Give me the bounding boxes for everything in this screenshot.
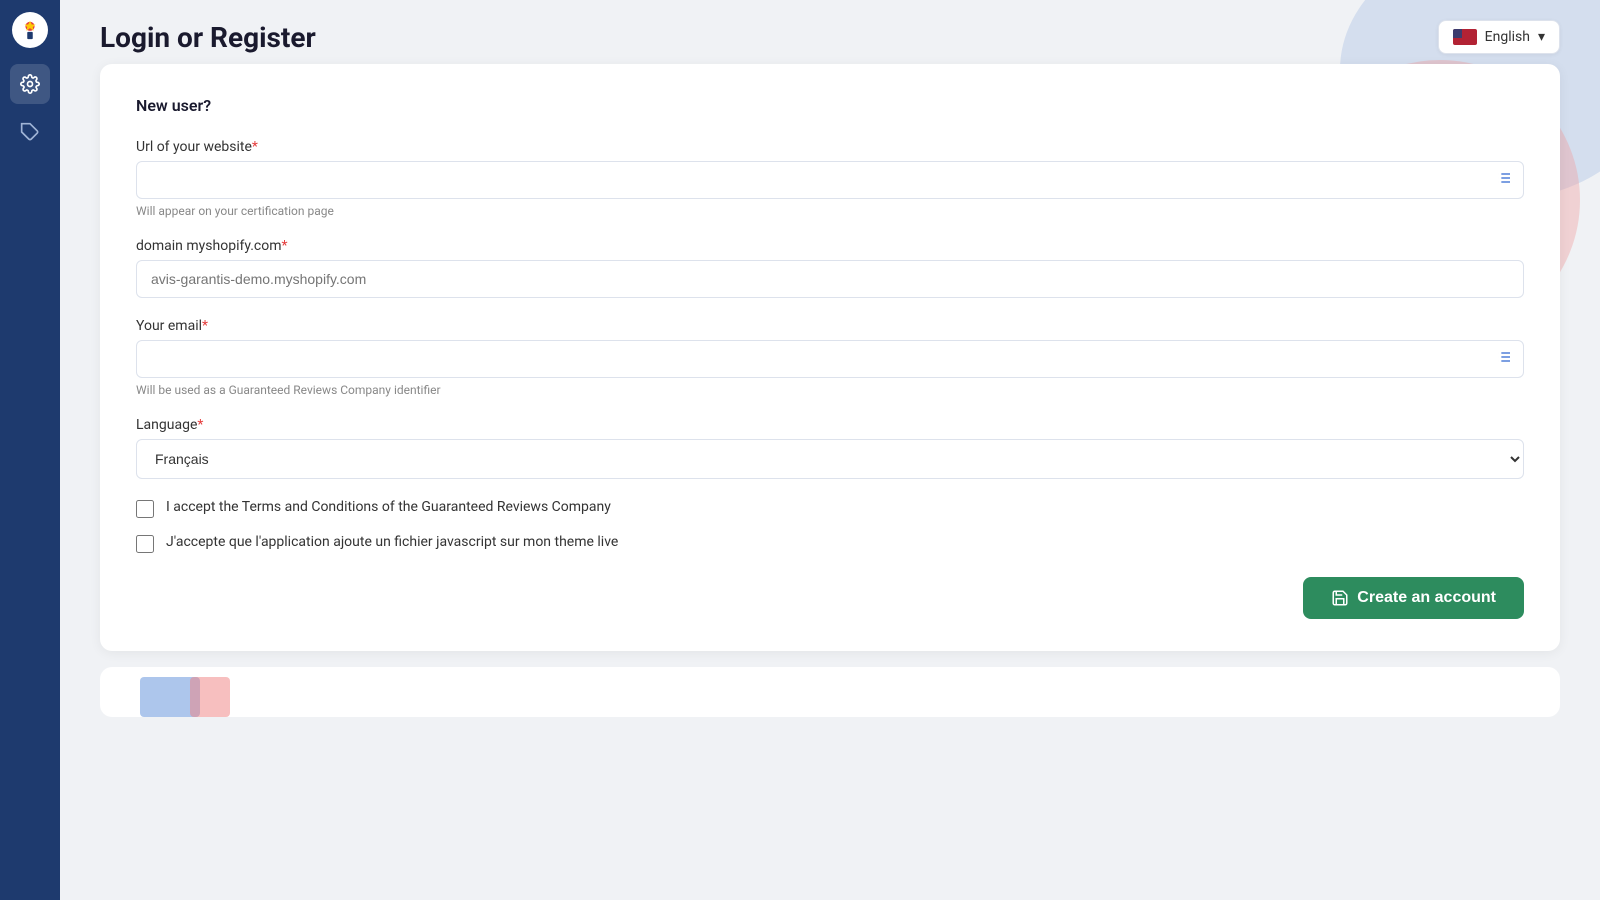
- header: Login or Register English ▾: [60, 0, 1600, 64]
- email-group: Your email* Will be used as a Guaranteed…: [136, 318, 1524, 397]
- main-content: Login or Register English ▾ New user? Ur…: [60, 0, 1600, 900]
- language-select[interactable]: Français English Español Deutsch: [136, 439, 1524, 479]
- email-hint: Will be used as a Guaranteed Reviews Com…: [136, 383, 1524, 397]
- flag-icon: [1453, 29, 1477, 45]
- bottom-card: [100, 667, 1560, 717]
- language-selector[interactable]: English ▾: [1438, 20, 1560, 54]
- url-input-wrapper: [136, 161, 1524, 199]
- page-title: Login or Register: [100, 21, 316, 54]
- language-field-label: Language*: [136, 417, 1524, 433]
- section-title: New user?: [136, 96, 1524, 115]
- email-label: Your email*: [136, 318, 1524, 334]
- url-group: Url of your website* Will appear on your…: [136, 139, 1524, 218]
- form-footer: Create an account: [136, 577, 1524, 619]
- create-account-button[interactable]: Create an account: [1303, 577, 1524, 619]
- email-required-star: *: [202, 318, 208, 334]
- domain-input-wrapper: [136, 260, 1524, 298]
- chevron-down-icon: ▾: [1538, 29, 1545, 45]
- sidebar-item-tags[interactable]: [10, 112, 50, 152]
- bottom-accent-pink: [190, 677, 230, 717]
- checkbox2-group: J'accepte que l'application ajoute un fi…: [136, 534, 1524, 553]
- url-required-star: *: [252, 139, 258, 155]
- sidebar-item-settings[interactable]: [10, 64, 50, 104]
- domain-input[interactable]: [136, 260, 1524, 298]
- sidebar: [0, 0, 60, 900]
- email-input-wrapper: [136, 340, 1524, 378]
- terms-checkbox[interactable]: [136, 500, 154, 518]
- checkbox1-group: I accept the Terms and Conditions of the…: [136, 499, 1524, 518]
- domain-label: domain myshopify.com*: [136, 238, 1524, 254]
- language-required-star: *: [197, 417, 203, 433]
- save-icon: [1331, 589, 1349, 607]
- domain-required-star: *: [282, 238, 288, 254]
- url-input-icon: [1496, 170, 1512, 190]
- email-input-icon: [1496, 349, 1512, 369]
- url-input[interactable]: [136, 161, 1524, 199]
- terms-label[interactable]: I accept the Terms and Conditions of the…: [166, 499, 611, 515]
- url-hint: Will appear on your certification page: [136, 204, 1524, 218]
- javascript-label[interactable]: J'accepte que l'application ajoute un fi…: [166, 534, 618, 550]
- language-group: Language* Français English Español Deuts…: [136, 417, 1524, 479]
- domain-group: domain myshopify.com*: [136, 238, 1524, 298]
- email-input[interactable]: [136, 340, 1524, 378]
- form-card: New user? Url of your website*: [100, 64, 1560, 651]
- language-label: English: [1485, 29, 1530, 45]
- sidebar-logo[interactable]: [12, 12, 48, 48]
- javascript-checkbox[interactable]: [136, 535, 154, 553]
- url-label: Url of your website*: [136, 139, 1524, 155]
